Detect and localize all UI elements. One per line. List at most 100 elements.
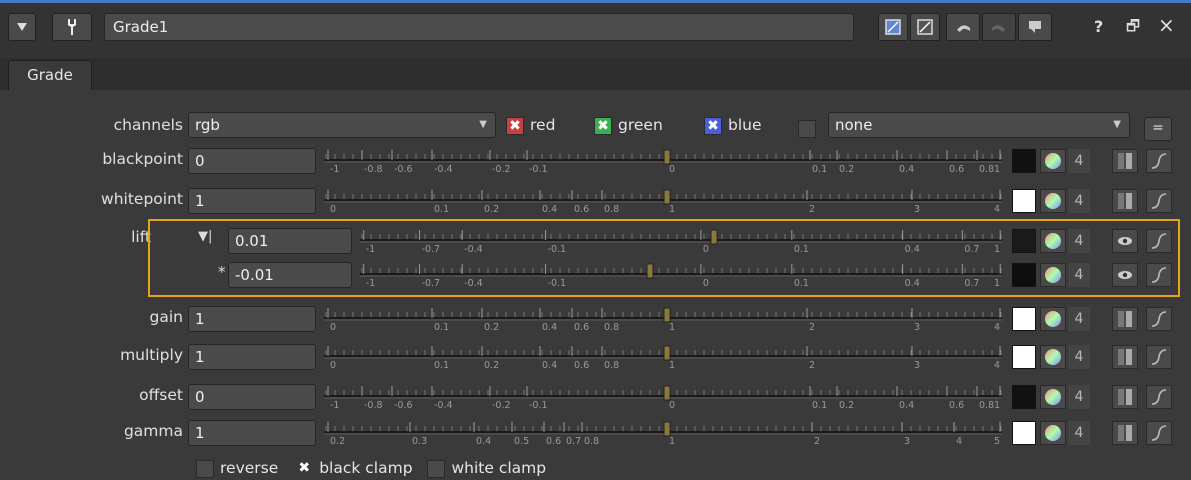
- color-wheel-icon[interactable]: [1040, 189, 1066, 213]
- color-swatch-button[interactable]: [1012, 307, 1036, 331]
- slider-tick-label: -0.1: [529, 400, 548, 411]
- color-wheel-icon[interactable]: [1040, 385, 1066, 409]
- split-view-icon[interactable]: [1112, 421, 1138, 445]
- slider-tick-label: 0.8: [979, 400, 994, 411]
- channels-select[interactable]: rgb ▼: [188, 112, 496, 138]
- split-view-icon[interactable]: [1112, 345, 1138, 369]
- revert-icon[interactable]: [1018, 13, 1052, 41]
- channel-count-button[interactable]: 4: [1068, 189, 1090, 213]
- color-wheel-icon[interactable]: [1040, 345, 1066, 369]
- slider-tick-label: 0.6: [949, 400, 964, 411]
- tab-grade[interactable]: Grade: [8, 60, 92, 90]
- channel-blue-toggle[interactable]: ✖ blue: [704, 116, 762, 135]
- param-slider[interactable]: -1 -0.8 -0.6 -0.4 -0.2 -0.1 0 0.1 0.2 0.4 0.6 0.8 1: [322, 146, 1004, 176]
- slider-tick-label: 0.7: [566, 436, 581, 447]
- white-clamp-option[interactable]: white clamp: [427, 459, 546, 478]
- channel-count-button[interactable]: 4: [1068, 385, 1090, 409]
- float-window-icon[interactable]: 🗗: [1126, 16, 1140, 41]
- curve-icon[interactable]: [1146, 345, 1172, 369]
- split-channels-icon[interactable]: ▼|: [198, 229, 212, 244]
- color-wheel-icon[interactable]: [1040, 307, 1066, 331]
- param-value-input[interactable]: 1: [188, 188, 316, 214]
- slider-tick-label: 5: [994, 436, 1000, 447]
- param-slider[interactable]: -1 -0.8 -0.6 -0.4 -0.2 -0.1 0 0.1 0.2 0.4 0.6 0.8 1: [322, 382, 1004, 412]
- color-wheel-icon[interactable]: [1040, 421, 1066, 445]
- slider-tick-label: 3: [904, 436, 910, 447]
- color-wheel-icon[interactable]: [1040, 149, 1066, 173]
- redo-icon[interactable]: [982, 13, 1016, 41]
- curve-icon[interactable]: [1146, 189, 1172, 213]
- channel-alpha-checkbox[interactable]: [798, 118, 816, 138]
- param-row: whitepoint 1 0 0.1 0.2 0.4 0.6 0.8 1 2 3 4 4: [0, 186, 1191, 216]
- slider-tick-label: 3: [914, 322, 920, 333]
- reverse-option[interactable]: reverse: [196, 459, 278, 478]
- black-clamp-label: black clamp: [319, 459, 413, 477]
- param-slider[interactable]: 0 0.1 0.2 0.4 0.6 0.8 1 2 3 4: [322, 186, 1004, 216]
- checkbox-empty-icon: [427, 459, 446, 478]
- param-value-input[interactable]: 1: [188, 420, 316, 446]
- link-equals-button[interactable]: =: [1144, 117, 1172, 141]
- param-value-input[interactable]: 1: [188, 344, 316, 370]
- slider-tick-label: 4: [994, 360, 1000, 371]
- channel-red-toggle[interactable]: ✖ red: [506, 116, 555, 135]
- slider-tick-label: 2: [814, 436, 820, 447]
- param-row: blackpoint 0 -1 -0.8 -0.6 -0.4 -0.2 -0.1 0 0.1 0.2…: [0, 146, 1191, 176]
- help-icon[interactable]: ?: [1094, 17, 1103, 36]
- slider-handle: [663, 149, 671, 165]
- slider-tick-label: 0: [330, 204, 336, 215]
- channel-green-toggle[interactable]: ✖ green: [594, 116, 663, 135]
- split-view-icon[interactable]: [1112, 307, 1138, 331]
- split-view-icon[interactable]: [1112, 189, 1138, 213]
- channel-count-button[interactable]: 4: [1068, 421, 1090, 445]
- channel-blue-label: blue: [728, 116, 762, 134]
- undo-icon[interactable]: [946, 13, 980, 41]
- slider-tick-label: 3: [914, 204, 920, 215]
- param-value-input[interactable]: 0: [188, 384, 316, 410]
- slider-tick-label: 0.1: [812, 400, 827, 411]
- color-swatch-button[interactable]: [1012, 385, 1036, 409]
- node-label-color-icon[interactable]: [910, 13, 940, 41]
- node-settings-button[interactable]: [52, 13, 92, 41]
- color-swatch-button[interactable]: [1012, 421, 1036, 445]
- curve-icon[interactable]: [1146, 307, 1172, 331]
- color-swatch-button[interactable]: [1012, 149, 1036, 173]
- split-view-icon[interactable]: [1112, 385, 1138, 409]
- node-name-field[interactable]: Grade1: [104, 13, 854, 41]
- slider-tick-label: -0.4: [434, 400, 453, 411]
- node-color-icon[interactable]: [878, 13, 908, 41]
- color-swatch-button[interactable]: [1012, 189, 1036, 213]
- slider-handle: [663, 307, 671, 323]
- alpha-channel-select[interactable]: none ▼: [828, 112, 1130, 138]
- curve-icon[interactable]: [1146, 149, 1172, 173]
- slider-tick-label: -0.8: [364, 400, 383, 411]
- param-slider[interactable]: 0 0.1 0.2 0.4 0.6 0.8 1 2 3 4: [322, 342, 1004, 372]
- curve-icon[interactable]: [1146, 385, 1172, 409]
- curve-icon[interactable]: [1146, 421, 1172, 445]
- check-icon: ✖: [506, 116, 524, 135]
- slider-tick-label: 0.1: [812, 164, 827, 175]
- param-slider[interactable]: 0 0.1 0.2 0.4 0.6 0.8 1 2 3 4: [322, 304, 1004, 334]
- slider-tick-label: 0.3: [412, 436, 427, 447]
- slider-tick-label: -0.2: [492, 164, 511, 175]
- split-view-icon[interactable]: [1112, 149, 1138, 173]
- black-clamp-option[interactable]: ✖ black clamp: [295, 459, 413, 478]
- param-value-input[interactable]: 1: [188, 306, 316, 332]
- close-icon[interactable]: ×: [1158, 13, 1175, 37]
- slider-tick-label: -1: [330, 164, 339, 175]
- slider-tick-label: 0.6: [574, 204, 589, 215]
- slider-tick-label: 0.4: [899, 400, 914, 411]
- param-slider[interactable]: 0.2 0.3 0.4 0.5 0.6 0.7 0.8 1 2 3 4 5: [322, 418, 1004, 448]
- slider-track: 0 0.1 0.2 0.4 0.6 0.8 1 2 3 4: [324, 345, 1002, 371]
- history-buttons: [946, 13, 1052, 41]
- channel-count-button[interactable]: 4: [1068, 345, 1090, 369]
- slider-track: -1 -0.8 -0.6 -0.4 -0.2 -0.1 0 0.1 0.2 0.4 0.6 0.8 1: [324, 385, 1002, 411]
- slider-tick-label: 2: [809, 322, 815, 333]
- param-label: whitepoint: [101, 190, 183, 208]
- slider-track: 0.2 0.3 0.4 0.5 0.6 0.7 0.8 1 2 3 4 5: [324, 421, 1002, 447]
- slider-tick-label: 0.6: [574, 360, 589, 371]
- channel-count-button[interactable]: 4: [1068, 149, 1090, 173]
- channel-count-button[interactable]: 4: [1068, 307, 1090, 331]
- param-value-input[interactable]: 0: [188, 148, 316, 174]
- color-swatch-button[interactable]: [1012, 345, 1036, 369]
- collapse-triangle-icon[interactable]: [8, 13, 36, 41]
